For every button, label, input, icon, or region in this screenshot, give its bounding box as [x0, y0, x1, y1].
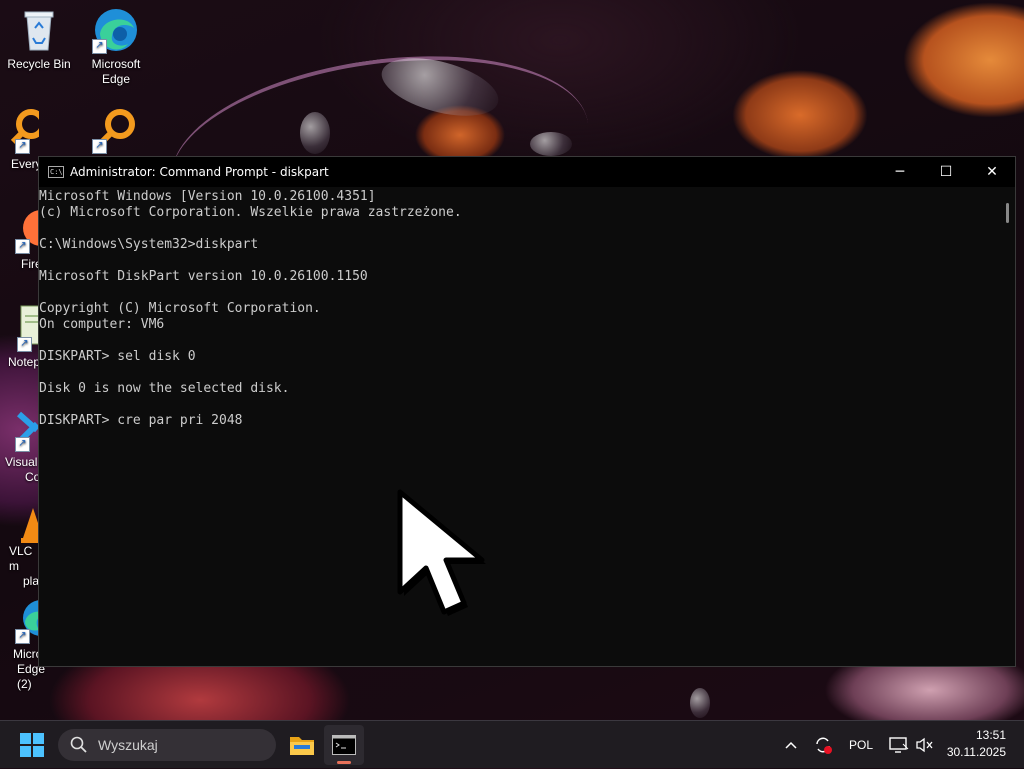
command-prompt-window[interactable]: C:\ Administrator: Command Prompt - disk…	[38, 156, 1016, 667]
desktop-icon-everything-2[interactable]: ↗	[80, 106, 152, 156]
clock-time: 13:51	[975, 728, 1006, 742]
wallpaper-drop	[530, 132, 572, 156]
desktop-icon-everything[interactable]: ↗ Every	[3, 106, 39, 172]
close-button[interactable]: ✕	[969, 157, 1015, 187]
console-line: Microsoft DiskPart version 10.0.26100.11…	[39, 269, 368, 284]
console-line: DISKPART> sel disk 0	[39, 349, 196, 364]
shortcut-arrow-icon: ↗	[92, 39, 107, 54]
folder-icon	[290, 737, 314, 755]
sync-alert-icon	[816, 737, 832, 754]
console-line: DISKPART> cre par pri 2048	[39, 413, 243, 428]
desktop-icon-label: Visual	[5, 455, 38, 469]
shortcut-arrow-icon: ↗	[15, 139, 30, 154]
search-placeholder: Wyszukaj	[98, 737, 158, 753]
edge-icon: ↗	[92, 6, 140, 54]
everything-search-icon: ↗	[10, 106, 39, 154]
command-prompt-icon: C:\	[48, 166, 64, 178]
desktop-icon-label: Co	[25, 470, 39, 484]
desktop-icon-label: VLC m	[9, 544, 33, 573]
scrollbar-thumb[interactable]	[1006, 203, 1009, 223]
desktop-icon-notepad[interactable]: ↗ Notep	[3, 304, 39, 370]
wallpaper-drop	[300, 112, 330, 154]
vlc-icon	[17, 504, 39, 544]
speaker-muted-icon	[916, 737, 933, 753]
firefox-icon: ↗	[15, 206, 39, 254]
taskbar-clock[interactable]: 13:51 30.11.2025	[947, 727, 1006, 761]
start-button[interactable]	[10, 721, 54, 769]
search-icon	[70, 736, 87, 753]
desktop-icon-label: Notep	[8, 355, 39, 369]
windows-logo-icon	[20, 733, 44, 757]
shortcut-arrow-icon: ↗	[15, 437, 30, 452]
console-line: (c) Microsoft Corporation. Wszelkie praw…	[39, 205, 462, 220]
console-line: On computer: VM6	[39, 317, 165, 332]
notepad-icon: ↗	[17, 304, 39, 352]
minimize-button[interactable]: ─	[877, 157, 923, 187]
console-line: Microsoft Windows [Version 10.0.26100.43…	[39, 189, 376, 204]
taskbar-search-box[interactable]: Wyszukaj	[58, 729, 276, 761]
desktop-icon-vlc[interactable]: VLC m pla	[3, 504, 39, 589]
desktop-icon-label: Microsoft Edge	[91, 57, 141, 86]
taskbar-file-explorer[interactable]	[282, 721, 322, 769]
network-monitor-icon	[889, 737, 909, 753]
console-output[interactable]: Microsoft Windows [Version 10.0.26100.43…	[39, 187, 1001, 666]
shortcut-arrow-icon: ↗	[17, 337, 32, 352]
desktop-icon-label: pla	[23, 574, 39, 588]
clock-date: 30.11.2025	[946, 745, 1006, 759]
title-bar[interactable]: C:\ Administrator: Command Prompt - disk…	[39, 157, 1015, 187]
vscode-icon: ↗	[15, 404, 39, 452]
active-app-indicator	[337, 761, 351, 764]
desktop-icon-label: Recycle Bin	[7, 57, 71, 71]
desktop-icon-firefox[interactable]: ↗ Fire	[3, 206, 39, 272]
update-status-tray[interactable]	[810, 721, 836, 769]
terminal-icon	[332, 735, 356, 755]
show-hidden-icons-chevron[interactable]	[780, 721, 802, 769]
taskbar-command-prompt[interactable]	[324, 725, 364, 765]
shortcut-arrow-icon: ↗	[15, 239, 30, 254]
shortcut-arrow-icon: ↗	[15, 629, 30, 644]
network-tray[interactable]	[886, 721, 912, 769]
everything-search-icon: ↗	[92, 106, 140, 154]
console-line: C:\Windows\System32>diskpart	[39, 237, 259, 252]
shortcut-arrow-icon: ↗	[92, 139, 107, 154]
console-line: Copyright (C) Microsoft Corporation.	[39, 301, 321, 316]
chevron-up-icon	[785, 741, 797, 749]
desktop-icon-label: Every	[11, 157, 39, 171]
desktop-icon-microsoft-edge[interactable]: ↗ Microsoft Edge	[80, 6, 152, 87]
recycle-bin-icon	[15, 6, 63, 54]
maximize-button[interactable]: ☐	[923, 157, 969, 187]
mouse-pointer-icon	[388, 482, 498, 635]
vertical-scrollbar[interactable]	[1001, 187, 1015, 666]
desktop-icon-visual-studio-code[interactable]: ↗ Visual Co	[3, 404, 39, 485]
taskbar: Wyszukaj POL 13:51 30.11.2025	[0, 720, 1024, 768]
desktop-icon-recycle-bin[interactable]: Recycle Bin	[3, 6, 75, 72]
window-title: Administrator: Command Prompt - diskpart	[70, 165, 329, 179]
language-indicator[interactable]: POL	[844, 721, 878, 769]
wallpaper-drop	[690, 688, 710, 718]
volume-tray[interactable]	[912, 721, 936, 769]
desktop-icon-label: Fire	[21, 257, 39, 271]
console-line: Disk 0 is now the selected disk.	[39, 381, 290, 396]
